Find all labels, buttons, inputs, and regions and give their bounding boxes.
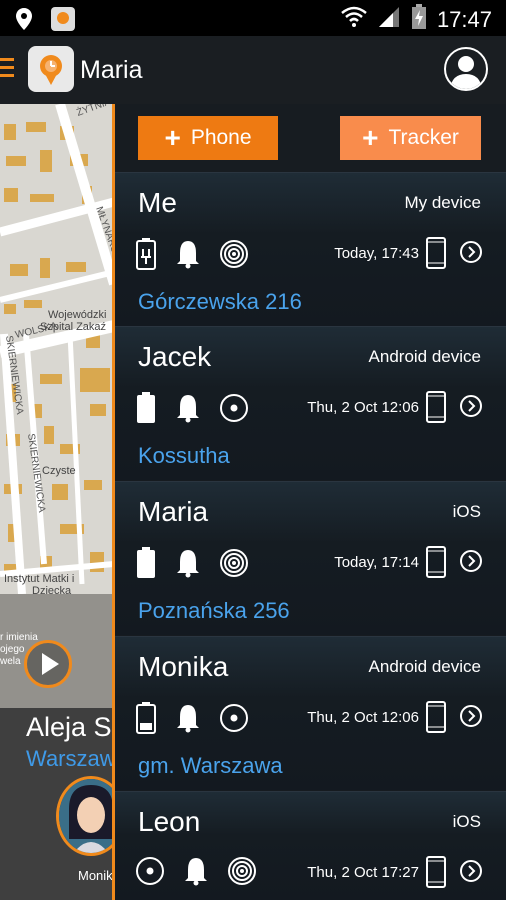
bell-icon: [177, 550, 199, 578]
plus-icon: +: [164, 122, 181, 153]
gps-accuracy-icon: [220, 549, 248, 577]
battery-charging-icon: [411, 4, 427, 35]
bell-icon: [177, 241, 199, 269]
map-place-label: Czyste: [42, 465, 76, 477]
device-address[interactable]: Kossutha: [138, 443, 230, 469]
profile-button[interactable]: [444, 47, 488, 91]
smartphone-icon: [426, 856, 446, 888]
chevron-right-icon[interactable]: [460, 705, 482, 727]
plus-icon: +: [362, 122, 379, 153]
smartphone-icon: [426, 701, 446, 733]
device-list-panel: + Phone + Tracker Me My device Today, 17…: [115, 104, 506, 900]
device-list-item[interactable]: Monika Android device Thu, 2 Oct 12:06 g…: [115, 636, 506, 790]
smartphone-icon: [426, 546, 446, 578]
device-name: Monika: [138, 651, 229, 682]
user-icon: [450, 56, 482, 89]
map-city-label: Warszaw: [26, 746, 116, 771]
device-type: iOS: [452, 812, 481, 831]
device-list-item[interactable]: Maria iOS Today, 17:14 Poznańska 256: [115, 481, 506, 635]
app-screen: 17:47 Maria ŻYTNIA MŁYNARSKA WOLSKA SKIE…: [0, 0, 506, 900]
battery-full-icon: [137, 547, 155, 578]
wifi-icon: [341, 5, 367, 34]
location-dot-icon: [220, 394, 248, 422]
battery-full-icon: [137, 392, 155, 423]
map-place-label: Szpital Zakaź: [40, 321, 106, 333]
chevron-right-icon[interactable]: [460, 395, 482, 417]
device-name: Me: [138, 187, 177, 218]
chevron-right-icon[interactable]: [460, 550, 482, 572]
map-place-label: wela: [0, 656, 21, 667]
menu-icon[interactable]: [0, 58, 14, 80]
bell-icon: [177, 395, 199, 423]
play-icon: [42, 653, 59, 675]
last-seen-time: Thu, 2 Oct 12:06: [307, 709, 419, 726]
map-place-label: Instytut Matki i: [4, 573, 74, 585]
device-type: Android device: [368, 657, 481, 676]
map-address-label: Aleja S: [26, 712, 112, 742]
map-place-label: r imienia: [0, 632, 38, 643]
gps-accuracy-icon: [228, 857, 256, 885]
location-pin-icon: [14, 7, 34, 36]
play-button[interactable]: [24, 640, 72, 688]
app-bar: Maria: [0, 36, 506, 104]
chevron-right-icon[interactable]: [460, 860, 482, 882]
add-phone-button[interactable]: + Phone: [138, 116, 278, 160]
device-list-item[interactable]: Me My device Today, 17:43 Górczewska 216: [115, 172, 506, 326]
app-logo[interactable]: [28, 46, 74, 92]
clock: 17:47: [436, 6, 492, 32]
location-dot-icon: [220, 704, 248, 732]
device-address[interactable]: gm. Warszawa: [138, 753, 283, 779]
signal-icon: [377, 5, 401, 34]
page-title: Maria: [80, 56, 143, 84]
device-type: My device: [404, 193, 481, 212]
device-name: Jacek: [138, 341, 212, 372]
map-place-label: Wojewódzki: [48, 309, 107, 321]
status-bar: 17:47: [0, 0, 506, 36]
add-buttons-row: + Phone + Tracker: [115, 104, 506, 172]
avatar-name: Monik: [78, 868, 113, 883]
device-list-item[interactable]: Jacek Android device Thu, 2 Oct 12:06 Ko…: [115, 326, 506, 480]
last-seen-time: Today, 17:43: [334, 245, 419, 262]
last-seen-time: Thu, 2 Oct 17:27: [307, 864, 419, 881]
battery-charging-icon: [136, 238, 156, 270]
device-type: iOS: [452, 502, 481, 521]
last-seen-time: Today, 17:14: [334, 554, 419, 571]
device-address[interactable]: Górczewska 216: [138, 289, 302, 315]
map-place-label: ojego: [0, 644, 25, 655]
device-address[interactable]: Poznańska 256: [138, 598, 290, 624]
bell-icon: [185, 858, 207, 886]
smartphone-icon: [426, 237, 446, 269]
battery-low-icon: [136, 702, 156, 734]
last-seen-time: Thu, 2 Oct 12:06: [307, 399, 419, 416]
app-notification-icon: [50, 6, 76, 37]
gps-accuracy-icon: [220, 240, 248, 268]
device-name: Maria: [138, 496, 209, 527]
device-type: Android device: [368, 347, 481, 366]
smartphone-icon: [426, 391, 446, 423]
add-tracker-button[interactable]: + Tracker: [340, 116, 481, 160]
chevron-right-icon[interactable]: [460, 241, 482, 263]
location-dot-icon: [136, 857, 164, 885]
bell-icon: [177, 705, 199, 733]
device-list-item[interactable]: Leon iOS Thu, 2 Oct 17:27: [115, 791, 506, 900]
device-name: Leon: [138, 806, 201, 837]
